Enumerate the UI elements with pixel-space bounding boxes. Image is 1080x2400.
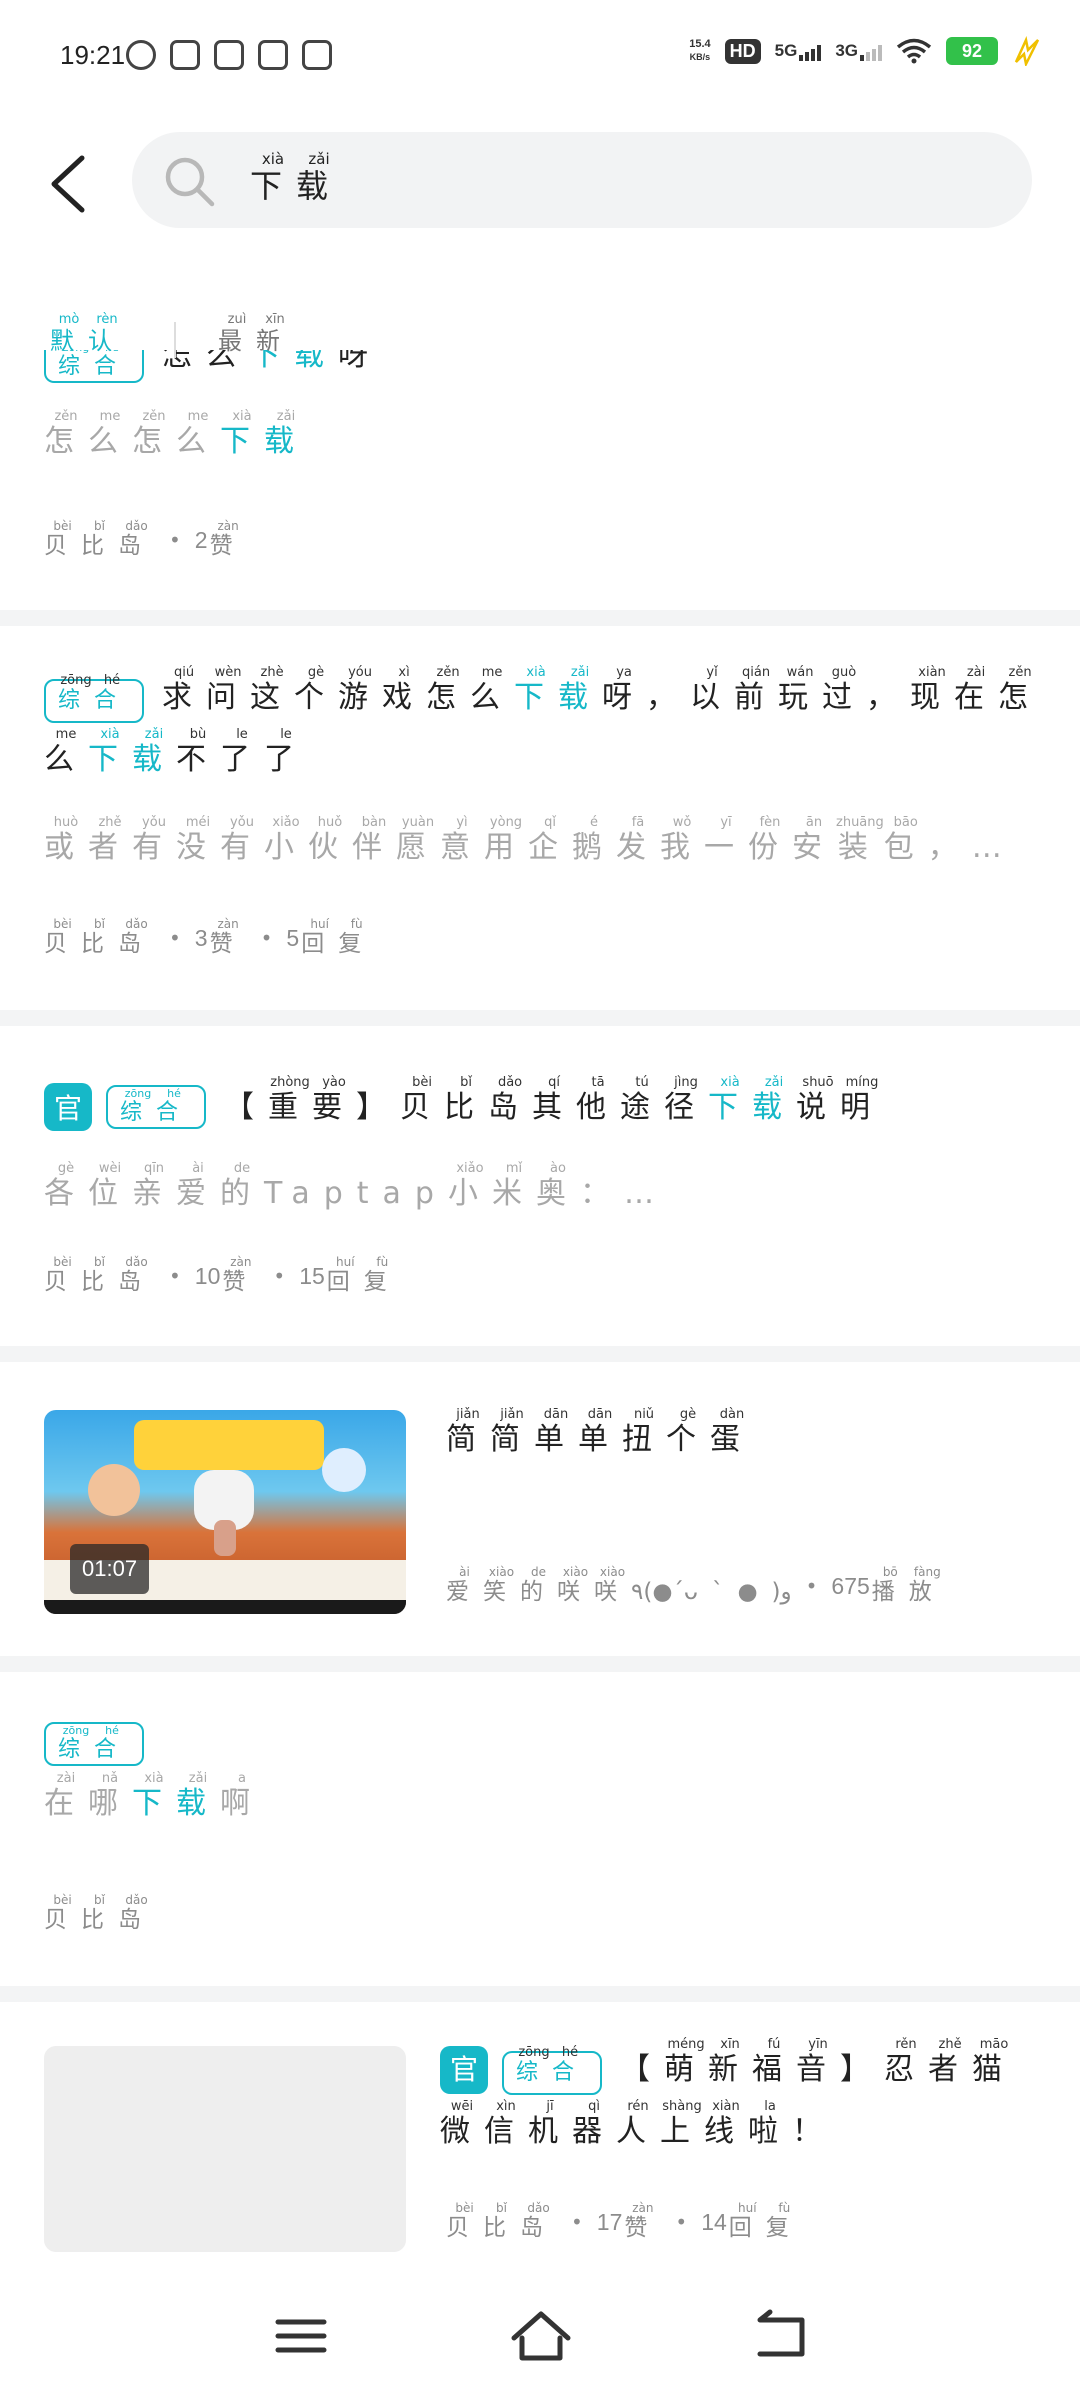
post-tag-row: 综zōng 合hé — [44, 1722, 162, 1766]
charging-icon — [1014, 36, 1040, 66]
post-title-row: 官综zōng 合hé 【萌méng新xīn福fú音yīn】忍rěn者zhě猫māo微… — [440, 2037, 1040, 2162]
shopping-bag-icon — [170, 40, 200, 70]
post-meta: 贝bèi比bǐ岛dǎo • 17 赞zàn • 14 回huí复fù — [446, 2201, 803, 2242]
post-card[interactable]: 综zōng 合hé 求qiú问wèn这zhè个gè游yóu戏xì怎zěn么me下xi… — [0, 626, 1080, 1010]
post-author[interactable]: 贝bèi比bǐ岛dǎo — [44, 917, 155, 958]
video-duration: 01:07 — [70, 1544, 150, 1594]
post-snippet-row: 怎zěn么me怎zěn么me下xià载zǎi — [44, 409, 308, 470]
post-card[interactable]: 官综zōng 合hé 【萌méng新xīn福fú音yīn】忍rěn者zhě猫māo微… — [0, 2002, 1080, 2280]
post-title: 【重zhòng要yào】贝bèi比bǐ岛dǎo其qí他tā途tú径jìng下xi… — [224, 1075, 885, 1125]
video-post-card[interactable]: 01:07 简jiǎn简jiǎn单dān单dān扭niǔ个gè蛋dàn 爱ài笑… — [0, 1362, 1080, 1656]
search-header: 下xià载zǎi — [0, 130, 1080, 230]
post-snippet-row: 各gè位wèi亲qīn爱ài的deTaptap小xiǎo米mǐ奥ào：… — [44, 1161, 668, 1222]
post-card[interactable]: 默mò认rèn 最zuì新xīn 综zōng合hé 怎么下载呀 怎zěn么me怎… — [0, 270, 1080, 610]
like-count: 3 — [194, 924, 208, 951]
status-indicators: 15.4 KB/s HD 5G 3G 92 — [689, 36, 1040, 66]
reply-count: 5 — [286, 924, 300, 951]
section-divider — [0, 1346, 1080, 1362]
post-meta: 爱ài笑xiào的de咲xiào咲xiào٩(●ˊᴗˋ●)و • 675 播bō… — [446, 1565, 946, 1606]
tag-general: 综zōng合hé — [502, 2045, 603, 2095]
like-count: 17 — [596, 2208, 623, 2235]
post-author[interactable]: 爱ài笑xiào的de咲xiào咲xiào٩(●ˊᴗˋ●)و — [446, 1565, 792, 1606]
battery-icon: 92 — [946, 37, 998, 65]
post-title: 官综zōng 合hé 【萌méng新xīn福fú音yīn】忍rěn者zhě猫māo微… — [440, 2037, 1017, 2149]
notification-icons — [126, 40, 332, 70]
hamster-icon — [126, 40, 156, 70]
section-divider — [0, 1986, 1080, 2002]
team-icon — [214, 40, 244, 70]
official-badge: 官 — [44, 1083, 92, 1131]
qq-music-icon — [258, 40, 288, 70]
tag-general: 综zōng合hé — [106, 1085, 207, 1129]
post-snippet: 或huò者zhě有yǒu没méi有yǒu小xiǎo伙huǒ伴bàn愿yuàn意y… — [44, 815, 1016, 865]
post-author[interactable]: 贝bèi比bǐ岛dǎo — [446, 2201, 557, 2242]
post-author[interactable]: 贝bèi比bǐ岛dǎo — [44, 1893, 155, 1934]
post-snippet: 怎zěn么me怎zěn么me下xià载zǎi — [44, 409, 308, 459]
search-query-text: 下xià载zǎi — [250, 150, 343, 205]
system-nav-bar — [0, 2280, 1080, 2400]
post-meta: 贝bèi比bǐ岛dǎo • 2 赞zàn — [44, 519, 247, 560]
reply-count: 15 — [299, 1262, 325, 1289]
post-snippet: 各gè位wèi亲qīn爱ài的deTaptap小xiǎo米mǐ奥ào：… — [44, 1161, 668, 1211]
filter-bar: 默mò认rèn 最zuì新xīn — [50, 310, 294, 358]
tag-general: 综zōng合hé — [44, 1722, 145, 1766]
hd-voice-icon: HD — [724, 38, 761, 64]
filter-tab-default[interactable]: 默mò认rèn — [50, 312, 126, 356]
search-icon — [165, 157, 215, 207]
tag-general: 综zōng合hé — [44, 673, 145, 723]
section-divider — [0, 610, 1080, 626]
status-time: 19:21 — [60, 40, 126, 70]
signal-3g-icon: 3G — [835, 41, 882, 61]
alipay-icon — [302, 40, 332, 70]
post-snippet-row: 或huò者zhě有yǒu没méi有yǒu小xiǎo伙huǒ伴bàn愿yuàn意y… — [44, 815, 1044, 876]
like-count: 10 — [194, 1262, 221, 1289]
back-icon[interactable] — [746, 2306, 816, 2366]
wifi-icon — [896, 38, 932, 64]
post-card[interactable]: 综zōng 合hé 在zài哪nǎ下xià载zǎi啊a 贝bèi比bǐ岛dǎo — [0, 1672, 1080, 1986]
section-divider — [0, 1656, 1080, 1672]
menu-icon[interactable] — [266, 2306, 336, 2366]
official-badge: 官 — [440, 2046, 488, 2094]
section-divider — [0, 1010, 1080, 1026]
post-title-row: 综zōng 合hé 求qiú问wèn这zhè个gè游yóu戏xì怎zěn么me下xi… — [44, 665, 1044, 790]
like-count: 2 — [194, 526, 208, 553]
post-title-row: 简jiǎn简jiǎn单dān单dān扭niǔ个gè蛋dàn — [446, 1407, 754, 1470]
post-meta: 贝bèi比bǐ岛dǎo • 3 赞zàn • 5 回huí复fù — [44, 917, 376, 958]
post-card[interactable]: 官 综zōng 合hé 【重zhòng要yào】贝bèi比bǐ岛dǎo其qí他tā… — [0, 1026, 1080, 1346]
status-bar: 19:21 15.4 KB/s HD 5G 3G 92 — [0, 0, 1080, 110]
post-title: 在zài哪nǎ下xià载zǎi啊a — [44, 1771, 264, 1821]
signal-5g-icon: 5G — [775, 41, 822, 61]
search-input[interactable]: 下xià载zǎi — [132, 132, 1032, 228]
reply-count: 14 — [701, 2208, 727, 2235]
post-author[interactable]: 贝bèi比bǐ岛dǎo — [44, 519, 155, 560]
home-icon[interactable] — [506, 2306, 576, 2366]
post-title: 综zōng 合hé 求qiú问wèn这zhè个gè游yóu戏xì怎zěn么me下xi… — [44, 665, 1043, 777]
post-meta: 贝bèi比bǐ岛dǎo • 10 赞zàn • 15 回huí复fù — [44, 1255, 401, 1296]
post-title: 简jiǎn简jiǎn单dān单dān扭niǔ个gè蛋dàn — [446, 1407, 754, 1457]
filter-tab-latest[interactable]: 最zuì新xīn — [218, 312, 294, 356]
post-title-row: 官 综zōng 合hé 【重zhòng要yào】贝bèi比bǐ岛dǎo其qí他tā… — [44, 1075, 885, 1138]
post-author[interactable]: 贝bèi比bǐ岛dǎo — [44, 1255, 155, 1296]
network-speed: 15.4 KB/s — [689, 38, 711, 62]
filter-divider — [174, 322, 176, 358]
video-thumbnail[interactable]: 01:07 — [44, 1410, 406, 1614]
post-meta: 贝bèi比bǐ岛dǎo — [44, 1893, 155, 1934]
post-thumbnail[interactable] — [44, 2046, 406, 2252]
post-title-row: 在zài哪nǎ下xià载zǎi啊a — [44, 1771, 264, 1832]
back-arrow-icon[interactable] — [44, 152, 90, 216]
play-count: 675 — [831, 1572, 870, 1599]
